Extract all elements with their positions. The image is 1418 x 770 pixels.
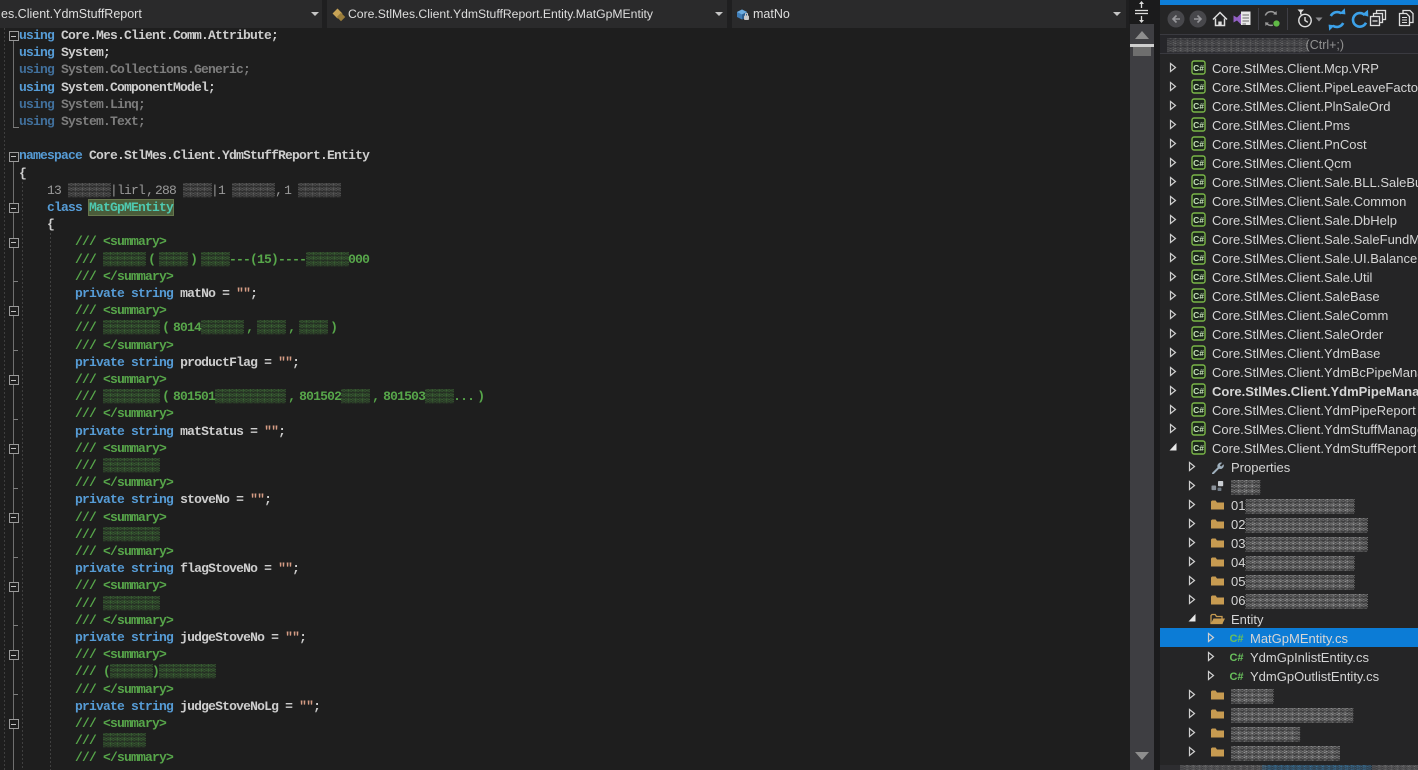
svg-text:C#: C# — [1193, 139, 1204, 149]
svg-text:C#: C# — [1193, 405, 1204, 415]
svg-text:C#: C# — [1193, 234, 1204, 244]
svg-text:C#: C# — [1193, 158, 1204, 168]
svg-text:C#: C# — [1193, 367, 1204, 377]
svg-text:C#: C# — [1193, 310, 1204, 320]
svg-text:C#: C# — [1193, 329, 1204, 339]
svg-text:C#: C# — [1193, 82, 1204, 92]
svg-text:C#: C# — [1229, 652, 1243, 664]
svg-text:C#: C# — [1229, 633, 1243, 645]
svg-text:C#: C# — [1229, 671, 1243, 683]
svg-text:C#: C# — [1193, 424, 1204, 434]
svg-text:C#: C# — [1193, 215, 1204, 225]
svg-text:C#: C# — [1193, 120, 1204, 130]
svg-text:C#: C# — [1193, 291, 1204, 301]
svg-text:C#: C# — [1193, 443, 1204, 453]
svg-text:C#: C# — [1193, 63, 1204, 73]
svg-text:C#: C# — [1193, 177, 1204, 187]
svg-text:C#: C# — [1193, 348, 1204, 358]
svg-text:C#: C# — [1193, 101, 1204, 111]
svg-text:C#: C# — [1193, 196, 1204, 206]
svg-text:C#: C# — [1193, 386, 1204, 396]
svg-text:C#: C# — [1193, 253, 1204, 263]
svg-text:C#: C# — [1193, 272, 1204, 282]
